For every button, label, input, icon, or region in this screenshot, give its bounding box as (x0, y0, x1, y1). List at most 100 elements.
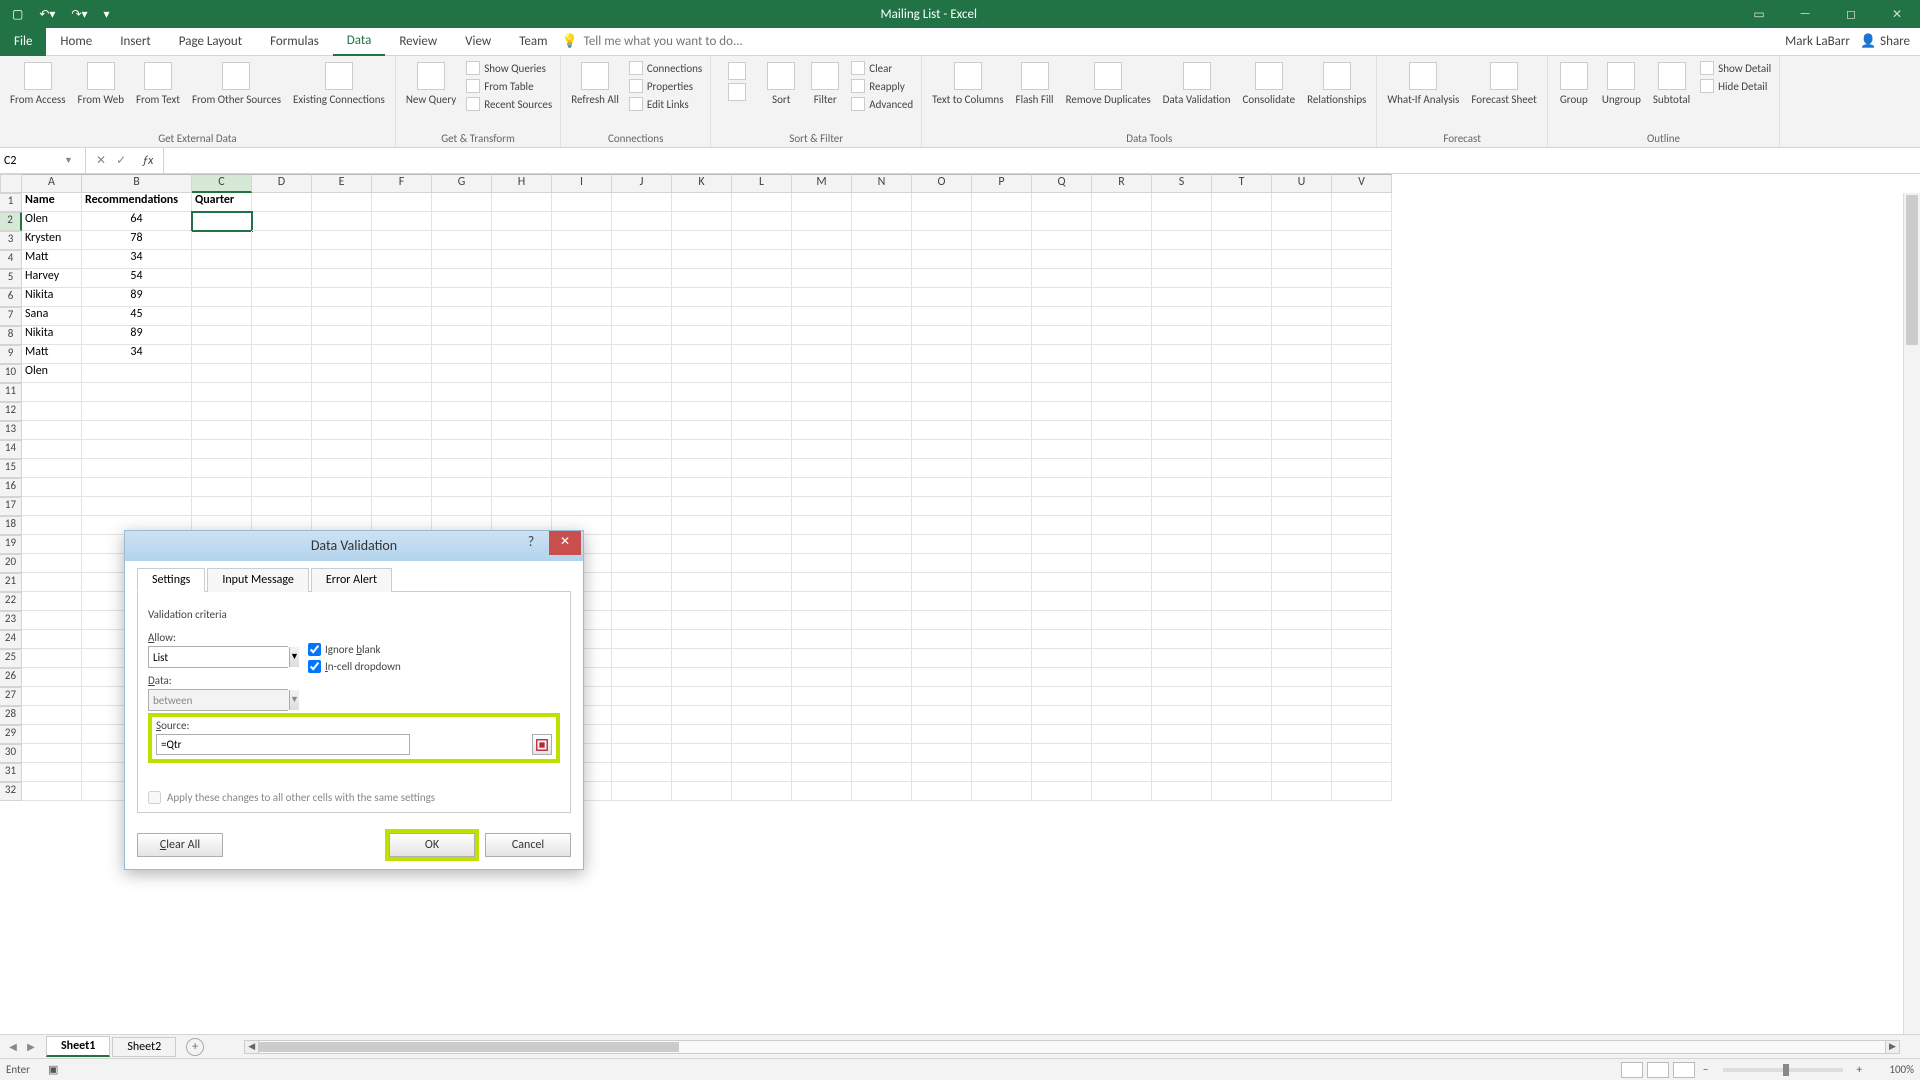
cell[interactable] (1332, 725, 1392, 744)
from-access-button[interactable]: From Access (6, 60, 70, 108)
cell[interactable] (972, 592, 1032, 611)
cell[interactable] (1092, 744, 1152, 763)
cell[interactable] (732, 440, 792, 459)
column-header[interactable]: S (1152, 174, 1212, 193)
cell[interactable] (1212, 326, 1272, 345)
cell[interactable] (852, 725, 912, 744)
horizontal-scrollbar[interactable]: ◀▶ (244, 1040, 1900, 1054)
cell[interactable] (612, 687, 672, 706)
cell[interactable] (612, 554, 672, 573)
cell[interactable] (732, 288, 792, 307)
cell[interactable] (912, 782, 972, 801)
cell[interactable] (1152, 288, 1212, 307)
cell[interactable] (1152, 440, 1212, 459)
tellme-search[interactable]: 💡 Tell me what you want to do... (561, 34, 1775, 49)
cell[interactable] (372, 250, 432, 269)
cell[interactable] (1092, 345, 1152, 364)
column-header[interactable]: N (852, 174, 912, 193)
cell[interactable] (22, 383, 82, 402)
cell[interactable] (372, 364, 432, 383)
cell[interactable] (792, 573, 852, 592)
cell[interactable] (372, 459, 432, 478)
cell[interactable] (552, 326, 612, 345)
cell[interactable] (552, 231, 612, 250)
cell[interactable] (552, 402, 612, 421)
cell[interactable] (1152, 706, 1212, 725)
cell[interactable] (672, 497, 732, 516)
cell[interactable] (972, 440, 1032, 459)
cell[interactable] (1212, 649, 1272, 668)
cell[interactable] (1032, 307, 1092, 326)
cell[interactable] (732, 326, 792, 345)
cell[interactable] (1332, 364, 1392, 383)
cell[interactable] (1272, 459, 1332, 478)
cell[interactable] (1152, 649, 1212, 668)
cell[interactable] (1332, 763, 1392, 782)
cell[interactable] (22, 421, 82, 440)
row-header[interactable]: 14 (0, 440, 22, 459)
cell[interactable] (312, 231, 372, 250)
cell[interactable] (792, 630, 852, 649)
cell[interactable] (732, 231, 792, 250)
cell[interactable] (732, 212, 792, 231)
cell[interactable] (732, 782, 792, 801)
cell[interactable]: Olen (22, 212, 82, 231)
cell[interactable] (1152, 478, 1212, 497)
cell[interactable] (1032, 706, 1092, 725)
cell[interactable] (912, 212, 972, 231)
cell[interactable] (1152, 459, 1212, 478)
qat-customize-icon[interactable]: ▾ (98, 5, 116, 24)
cell[interactable] (1092, 269, 1152, 288)
cell[interactable] (1332, 497, 1392, 516)
zoom-in-icon[interactable]: + (1853, 1063, 1866, 1076)
cell[interactable] (972, 782, 1032, 801)
cell[interactable] (972, 725, 1032, 744)
cell[interactable] (1152, 193, 1212, 212)
cell[interactable] (1152, 535, 1212, 554)
cell[interactable] (1032, 288, 1092, 307)
row-header[interactable]: 10 (0, 364, 22, 383)
cell[interactable] (1212, 592, 1272, 611)
cell[interactable] (1212, 611, 1272, 630)
cell[interactable] (82, 383, 192, 402)
row-header[interactable]: 15 (0, 459, 22, 478)
cell[interactable] (912, 649, 972, 668)
cell[interactable] (1032, 497, 1092, 516)
cell[interactable] (672, 706, 732, 725)
cell[interactable] (312, 402, 372, 421)
cell[interactable] (252, 288, 312, 307)
cell[interactable] (1152, 250, 1212, 269)
cell[interactable] (372, 345, 432, 364)
cell[interactable] (1092, 440, 1152, 459)
cell[interactable] (1212, 421, 1272, 440)
cell[interactable] (912, 193, 972, 212)
cell[interactable] (792, 250, 852, 269)
cell[interactable] (492, 250, 552, 269)
cell[interactable]: Olen (22, 364, 82, 383)
cell[interactable] (972, 763, 1032, 782)
cell[interactable] (432, 231, 492, 250)
cell[interactable] (612, 288, 672, 307)
cell[interactable] (22, 611, 82, 630)
cell[interactable] (372, 497, 432, 516)
cell[interactable] (312, 212, 372, 231)
from-other-sources-button[interactable]: From Other Sources (188, 60, 285, 108)
cell[interactable] (612, 383, 672, 402)
existing-connections-button[interactable]: Existing Connections (289, 60, 389, 108)
cell[interactable] (732, 763, 792, 782)
cell[interactable] (792, 193, 852, 212)
cell[interactable] (1212, 668, 1272, 687)
cell[interactable] (22, 478, 82, 497)
row-header[interactable]: 6 (0, 288, 22, 307)
row-header[interactable]: 17 (0, 497, 22, 516)
cell[interactable]: 34 (82, 345, 192, 364)
cell[interactable] (972, 212, 1032, 231)
cell[interactable] (912, 535, 972, 554)
cell[interactable] (612, 535, 672, 554)
cell[interactable] (1092, 478, 1152, 497)
cell[interactable] (612, 497, 672, 516)
cell[interactable]: 89 (82, 288, 192, 307)
cell[interactable] (1272, 592, 1332, 611)
cell[interactable] (612, 250, 672, 269)
cell[interactable] (22, 592, 82, 611)
